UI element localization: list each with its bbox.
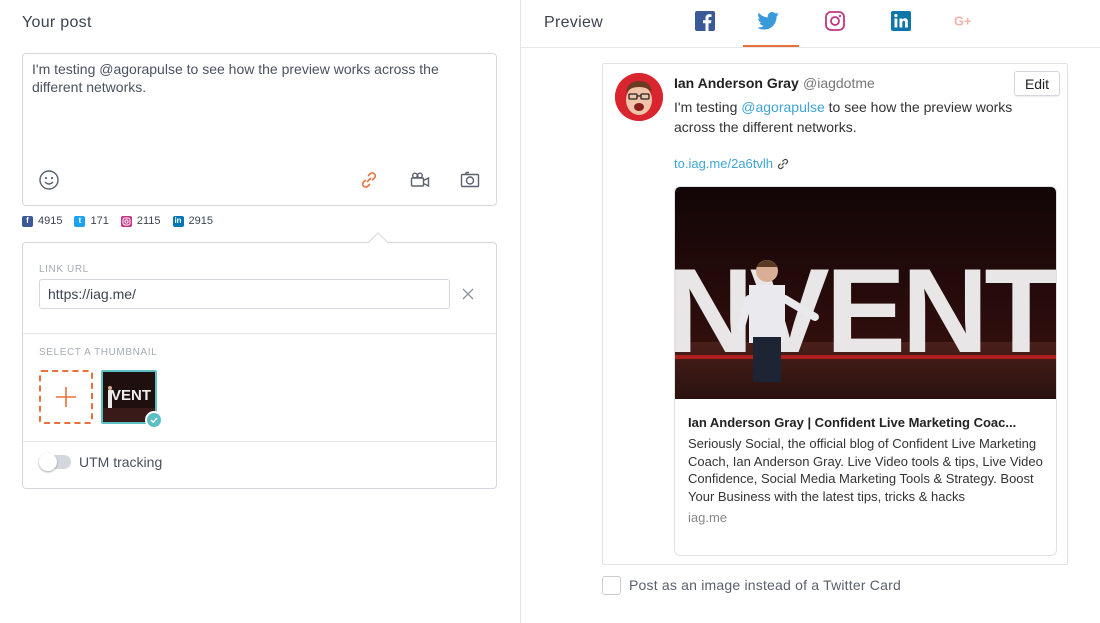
link-url-input[interactable] [39,279,450,309]
post-composer[interactable]: I'm testing @agorapulse to see how the p… [22,53,497,206]
tab-google-plus[interactable]: G+ [954,10,976,32]
card-title: Ian Anderson Gray | Confident Live Marke… [688,415,1017,430]
divider [23,441,496,442]
panel-title: Your post [22,14,92,31]
link-url-label: LINK URL [39,264,89,275]
tab-instagram[interactable] [824,10,846,32]
counter-instagram: 2115 [120,215,161,227]
svg-text:G+: G+ [954,14,971,29]
instagram-icon [825,11,845,31]
tweet-text: I'm testing @agorapulse to see how the p… [674,99,1013,135]
short-link[interactable]: to.iag.me/2a6tvlh [674,156,789,171]
counter-facebook: f 4915 [22,215,62,227]
linkedin-icon [891,11,911,31]
svg-text:VENT: VENT [111,387,151,404]
card-image: NVENT [675,187,1056,399]
panel-caret [368,232,388,252]
thumbnail-label: SELECT A THUMBNAIL [39,347,158,358]
tab-facebook[interactable] [694,10,716,32]
panel-divider [520,0,521,623]
tab-linkedin[interactable] [890,10,912,32]
facebook-icon: f [22,215,33,227]
add-thumbnail-button[interactable] [39,370,93,424]
twitter-icon [757,12,779,30]
edit-button[interactable]: Edit [1014,71,1060,96]
counter-value: 2915 [188,215,213,227]
camera-icon[interactable] [458,168,482,192]
tabs-divider [521,47,1100,48]
card-body: Ian Anderson Gray | Confident Live Marke… [688,415,1048,525]
twitter-icon: t [74,215,86,227]
short-link-text[interactable]: to.iag.me/2a6tvlh [674,156,773,171]
counter-value: 171 [90,215,109,227]
character-counters: f 4915 t 171 2115 in 2915 [22,215,213,227]
card-domain: iag.me [688,510,728,525]
avatar [615,73,663,121]
linkedin-icon: in [172,215,184,227]
link-settings-panel: LINK URL SELECT A THUMBNAIL VENT UTM tra… [22,232,497,489]
link-icon[interactable] [357,168,381,192]
video-icon[interactable] [408,168,432,192]
post-as-image-label: Post as an image instead of a Twitter Ca… [629,577,901,593]
utm-tracking-toggle[interactable] [39,453,71,471]
author-name: Ian Anderson Gray [674,75,799,91]
selected-check-icon [145,411,163,429]
post-editor-panel: Your post I'm testing @agorapulse to see… [0,0,520,623]
counter-linkedin: in 2915 [172,215,213,227]
counter-value: 2115 [136,215,161,227]
instagram-icon [120,215,132,227]
utm-tracking-label: UTM tracking [79,454,163,470]
counter-value: 4915 [38,215,63,227]
clear-url-icon[interactable] [460,286,476,302]
counter-twitter: t 171 [74,215,109,227]
author-handle: @iagdotme [803,75,875,91]
preview-title: Preview [544,14,604,31]
facebook-icon [695,11,715,31]
twitter-card[interactable]: NVENT Ian Anderson Gray | Confident Live… [674,186,1057,556]
chain-link-icon [777,158,789,169]
post-text-input[interactable]: I'm testing @agorapulse to see how the p… [32,60,482,96]
tab-twitter[interactable] [757,10,779,32]
tweet-preview-card: Ian Anderson Gray @iagdotme Edit I'm tes… [602,63,1068,565]
google-plus-icon: G+ [954,14,971,29]
mention-link[interactable]: @agorapulse [741,99,825,115]
emoji-icon[interactable] [37,168,61,192]
divider [23,333,496,334]
card-description: Seriously Social, the official blog of C… [688,436,1043,504]
post-as-image-checkbox[interactable] [602,576,621,595]
toggle-knob [39,453,57,471]
